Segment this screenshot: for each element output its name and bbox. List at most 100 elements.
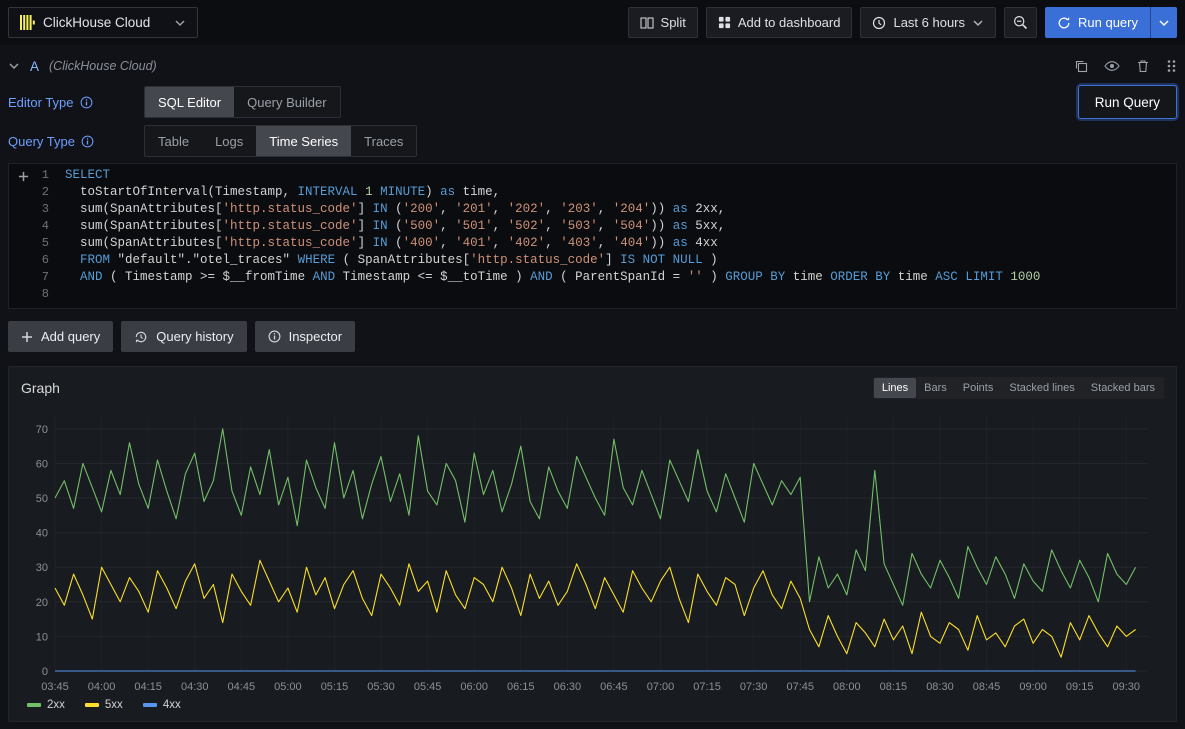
svg-text:04:45: 04:45 <box>228 681 256 693</box>
chevron-down-icon <box>972 17 984 29</box>
info-icon[interactable] <box>81 135 94 148</box>
code-line[interactable] <box>65 287 1176 304</box>
query-type-label-text: Query Type <box>8 134 75 149</box>
code-line[interactable]: sum(SpanAttributes['http.status_code'] I… <box>65 219 1176 236</box>
svg-text:20: 20 <box>36 597 48 609</box>
chevron-down-icon <box>1158 17 1170 29</box>
query-row-header: A (ClickHouse Cloud) <box>8 53 1177 79</box>
run-query-button[interactable]: Run query <box>1045 7 1150 38</box>
svg-text:07:45: 07:45 <box>786 681 814 693</box>
inspector-button[interactable]: Inspector <box>255 321 355 352</box>
code-line[interactable]: AND ( Timestamp >= $__fromTime AND Times… <box>65 270 1176 287</box>
svg-text:0: 0 <box>42 666 48 678</box>
svg-text:10: 10 <box>36 631 48 643</box>
clock-icon <box>872 16 886 30</box>
timeseries-chart[interactable]: 01020304050607003:4504:0004:1504:3004:45… <box>21 405 1158 697</box>
toggle-visibility-eye-icon[interactable] <box>1104 58 1120 74</box>
query-datasource-hint: (ClickHouse Cloud) <box>49 59 157 73</box>
split-pane-icon <box>640 16 654 30</box>
query-type-group: TableLogsTime SeriesTraces <box>144 125 417 157</box>
graph-panel-header: Graph LinesBarsPointsStacked linesStacke… <box>21 377 1164 399</box>
legend-item-4xx[interactable]: 4xx <box>143 699 181 711</box>
panel-run-query-button[interactable]: Run Query <box>1078 85 1177 119</box>
inspector-label: Inspector <box>289 329 342 344</box>
run-query-interval-dropdown[interactable] <box>1150 7 1177 38</box>
svg-text:06:45: 06:45 <box>600 681 628 693</box>
code-line[interactable]: sum(SpanAttributes['http.status_code'] I… <box>65 236 1176 253</box>
editor-type-row: Editor Type SQL EditorQuery Builder Run … <box>8 85 1177 119</box>
sql-code-text[interactable]: SELECT toStartOfInterval(Timestamp, INTE… <box>65 168 1176 304</box>
legend-label: 4xx <box>163 699 181 711</box>
svg-text:08:00: 08:00 <box>833 681 861 693</box>
svg-text:05:30: 05:30 <box>367 681 395 693</box>
plus-icon <box>21 331 33 343</box>
run-query-split-button: Run query <box>1045 7 1177 38</box>
collapse-chevron-icon[interactable] <box>8 60 20 72</box>
delete-query-trash-icon[interactable] <box>1136 59 1150 73</box>
svg-text:40: 40 <box>36 528 48 540</box>
duplicate-query-icon[interactable] <box>1074 59 1088 73</box>
editor-gutter: 12345678 <box>9 168 65 304</box>
option-sql-editor[interactable]: SQL Editor <box>145 87 234 117</box>
line-number: 7 <box>9 270 65 287</box>
explore-toolbar: ClickHouse Cloud Split Add to dashboard … <box>0 0 1185 45</box>
query-footer-buttons: Add query Query history Inspector <box>8 321 1177 352</box>
option-logs[interactable]: Logs <box>202 126 256 156</box>
svg-text:03:45: 03:45 <box>41 681 69 693</box>
option-traces[interactable]: Traces <box>351 126 416 156</box>
svg-text:04:00: 04:00 <box>88 681 116 693</box>
svg-text:09:00: 09:00 <box>1019 681 1047 693</box>
add-to-dashboard-button[interactable]: Add to dashboard <box>706 7 853 38</box>
graph-panel: Graph LinesBarsPointsStacked linesStacke… <box>8 366 1177 722</box>
query-history-button[interactable]: Query history <box>121 321 246 352</box>
legend-item-5xx[interactable]: 5xx <box>85 699 123 711</box>
svg-text:04:15: 04:15 <box>134 681 162 693</box>
chevron-down-icon <box>174 17 186 29</box>
option-bars[interactable]: Bars <box>916 378 955 398</box>
editor-type-group: SQL EditorQuery Builder <box>144 86 341 118</box>
option-stacked-lines[interactable]: Stacked lines <box>1001 378 1082 398</box>
legend-label: 5xx <box>105 699 123 711</box>
option-query-builder[interactable]: Query Builder <box>234 87 339 117</box>
add-query-button[interactable]: Add query <box>8 321 113 352</box>
svg-text:09:30: 09:30 <box>1112 681 1140 693</box>
code-line[interactable]: SELECT <box>65 168 1176 185</box>
svg-text:70: 70 <box>36 424 48 436</box>
time-range-picker[interactable]: Last 6 hours <box>860 7 996 38</box>
code-line[interactable]: toStartOfInterval(Timestamp, INTERVAL 1 … <box>65 185 1176 202</box>
svg-text:60: 60 <box>36 458 48 470</box>
line-number: 6 <box>9 253 65 270</box>
svg-text:05:15: 05:15 <box>321 681 349 693</box>
option-table[interactable]: Table <box>145 126 202 156</box>
code-line[interactable]: FROM "default"."otel_traces" WHERE ( Spa… <box>65 253 1176 270</box>
add-line-plus-icon[interactable] <box>18 171 29 182</box>
sql-code-editor[interactable]: 12345678 SELECT toStartOfInterval(Timest… <box>8 163 1177 309</box>
option-lines[interactable]: Lines <box>874 378 916 398</box>
chart-legend: 2xx 5xx 4xx <box>21 697 1164 717</box>
svg-text:05:45: 05:45 <box>414 681 442 693</box>
legend-item-2xx[interactable]: 2xx <box>27 699 65 711</box>
option-stacked-bars[interactable]: Stacked bars <box>1083 378 1163 398</box>
query-ref-id[interactable]: A <box>30 59 39 74</box>
datasource-picker[interactable]: ClickHouse Cloud <box>8 7 198 38</box>
zoom-out-button[interactable] <box>1004 7 1037 38</box>
time-range-label: Last 6 hours <box>893 15 965 30</box>
clickhouse-logo-icon <box>20 15 35 30</box>
info-icon[interactable] <box>80 96 93 109</box>
split-button[interactable]: Split <box>628 7 698 38</box>
datasource-name: ClickHouse Cloud <box>43 15 150 30</box>
svg-text:06:15: 06:15 <box>507 681 535 693</box>
history-icon <box>134 330 148 344</box>
drag-handle-icon[interactable] <box>1166 59 1177 73</box>
line-number: 2 <box>9 185 65 202</box>
option-time-series[interactable]: Time Series <box>256 126 351 156</box>
legend-swatch <box>27 703 41 707</box>
query-type-row: Query Type TableLogsTime SeriesTraces <box>8 125 1177 157</box>
svg-text:06:00: 06:00 <box>460 681 488 693</box>
option-points[interactable]: Points <box>955 378 1002 398</box>
editor-type-label-text: Editor Type <box>8 95 74 110</box>
svg-text:08:30: 08:30 <box>926 681 954 693</box>
code-line[interactable]: sum(SpanAttributes['http.status_code'] I… <box>65 202 1176 219</box>
zoom-out-icon <box>1013 15 1028 30</box>
legend-label: 2xx <box>47 699 65 711</box>
